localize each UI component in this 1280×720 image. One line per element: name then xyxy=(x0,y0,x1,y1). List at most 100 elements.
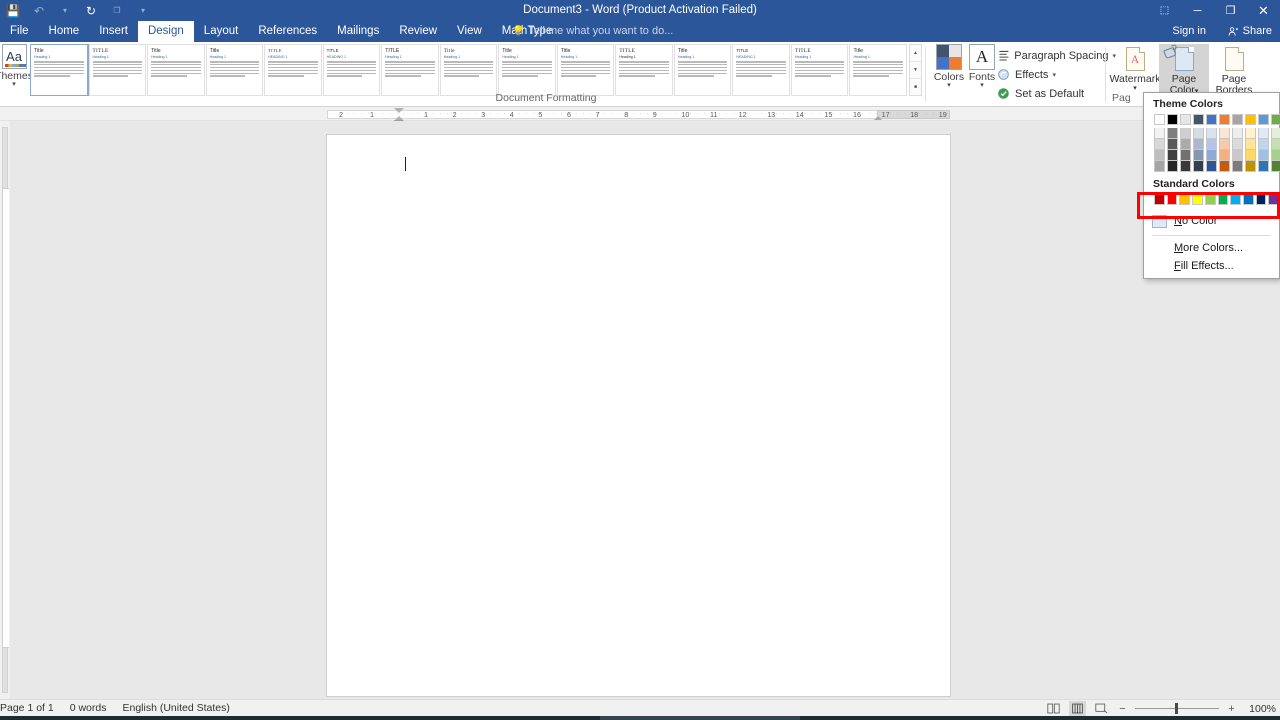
theme-color-swatch[interactable] xyxy=(1232,114,1243,125)
style-set-thumbnail[interactable]: TITLE Heading 1 xyxy=(615,44,673,96)
theme-color-swatch[interactable] xyxy=(1271,150,1280,161)
tab-design[interactable]: Design xyxy=(137,21,194,42)
page-color-button[interactable]: Page Color▾ xyxy=(1159,43,1209,97)
tab-insert[interactable]: Insert xyxy=(89,21,138,42)
zoom-percentage[interactable]: 100% xyxy=(1244,703,1276,715)
theme-color-swatch[interactable] xyxy=(1232,128,1243,139)
tab-layout[interactable]: Layout xyxy=(194,21,249,42)
style-set-thumbnail[interactable]: TITLE Heading 1 xyxy=(88,44,147,96)
language-status[interactable]: English (United States) xyxy=(122,700,229,717)
theme-color-swatch[interactable] xyxy=(1193,139,1204,150)
theme-color-swatch[interactable] xyxy=(1154,114,1165,125)
theme-color-swatch[interactable] xyxy=(1193,150,1204,161)
read-mode-icon[interactable] xyxy=(1045,701,1062,716)
style-set-thumbnail[interactable]: TITLE Heading 1 xyxy=(381,44,439,96)
theme-color-swatch[interactable] xyxy=(1206,128,1217,139)
fill-effects-menu-item[interactable]: Fill Effects... xyxy=(1144,257,1279,275)
style-set-thumbnail[interactable]: Title Heading 1 xyxy=(673,44,732,96)
chevron-down-icon[interactable]: ▾ xyxy=(12,81,16,88)
tab-file[interactable]: File xyxy=(0,21,39,42)
theme-color-swatch[interactable] xyxy=(1219,161,1230,172)
theme-color-swatch[interactable] xyxy=(1180,128,1191,139)
page-number-status[interactable]: Page 1 of 1 xyxy=(0,700,54,717)
standard-color-swatch[interactable] xyxy=(1255,194,1267,205)
standard-color-swatch[interactable] xyxy=(1192,194,1203,205)
style-set-thumbnail[interactable]: Title Heading 1 xyxy=(147,44,205,96)
standard-color-swatch[interactable] xyxy=(1268,194,1280,205)
standard-colors-grid[interactable] xyxy=(1144,192,1280,205)
style-set-thumbnail[interactable]: TITLE HEADING 1 xyxy=(732,44,790,96)
word-count-status[interactable]: 0 words xyxy=(70,700,107,717)
theme-color-swatch[interactable] xyxy=(1219,128,1230,139)
restore-button[interactable]: ❐ xyxy=(1214,0,1247,21)
theme-color-swatch[interactable] xyxy=(1154,161,1165,172)
tab-review[interactable]: Review xyxy=(389,21,447,42)
chevron-down-icon[interactable]: ▾ xyxy=(1133,85,1137,92)
style-set-thumbnail[interactable]: TITLE HEADING 1 xyxy=(322,44,381,96)
theme-color-swatch[interactable] xyxy=(1180,114,1191,125)
theme-color-swatch[interactable] xyxy=(1258,161,1269,172)
sign-in-button[interactable]: Sign in xyxy=(1172,21,1206,42)
themes-button[interactable]: Aa Themes ▾ xyxy=(0,44,33,102)
paragraph-spacing-button[interactable]: Paragraph Spacing ▾ xyxy=(996,46,1116,65)
style-set-thumbnail[interactable]: Title Heading 1 xyxy=(205,44,264,96)
first-line-indent-marker[interactable] xyxy=(394,108,404,113)
theme-colors-grid[interactable] xyxy=(1144,112,1280,172)
theme-color-swatch[interactable] xyxy=(1245,150,1256,161)
theme-color-swatch[interactable] xyxy=(1258,150,1269,161)
zoom-slider[interactable] xyxy=(1135,703,1219,714)
more-colors-menu-item[interactable]: More Colors... xyxy=(1144,239,1279,257)
document-canvas[interactable] xyxy=(10,121,1280,699)
theme-color-swatch[interactable] xyxy=(1245,128,1256,139)
zoom-out-button[interactable]: − xyxy=(1117,703,1128,715)
standard-color-swatch[interactable] xyxy=(1179,194,1191,205)
theme-color-swatch[interactable] xyxy=(1245,114,1256,125)
effects-button[interactable]: Effects ▾ xyxy=(996,65,1116,84)
theme-color-swatch[interactable] xyxy=(1206,114,1217,125)
theme-color-swatch[interactable] xyxy=(1271,114,1280,125)
theme-color-swatch[interactable] xyxy=(1167,150,1178,161)
taskbar-active-item[interactable] xyxy=(600,716,800,720)
theme-color-swatch[interactable] xyxy=(1219,150,1230,161)
theme-color-swatch[interactable] xyxy=(1154,150,1165,161)
style-set-thumbnail[interactable]: Title Heading 1 xyxy=(556,44,615,96)
style-set-thumbnail[interactable]: Title Heading 1 xyxy=(849,44,907,96)
theme-color-swatch[interactable] xyxy=(1245,139,1256,150)
chevron-down-icon[interactable]: ▾ xyxy=(980,82,984,89)
tab-home[interactable]: Home xyxy=(39,21,90,42)
gallery-more-icon[interactable]: ■ xyxy=(910,79,921,95)
theme-color-swatch[interactable] xyxy=(1180,139,1191,150)
theme-color-swatch[interactable] xyxy=(1245,161,1256,172)
share-button[interactable]: Share xyxy=(1228,21,1272,42)
theme-color-swatch[interactable] xyxy=(1193,114,1204,125)
theme-color-swatch[interactable] xyxy=(1232,139,1243,150)
theme-color-swatch[interactable] xyxy=(1258,114,1269,125)
theme-color-swatch[interactable] xyxy=(1193,128,1204,139)
style-set-thumbnail[interactable]: TITLE HEADING 1 xyxy=(264,44,322,96)
theme-color-swatch[interactable] xyxy=(1206,150,1217,161)
theme-color-swatch[interactable] xyxy=(1167,128,1178,139)
page-color-dropdown-menu[interactable]: Theme Colors Standard Colors No Color Mo… xyxy=(1143,92,1280,279)
theme-color-swatch[interactable] xyxy=(1167,139,1178,150)
watermark-button[interactable]: A Watermark ▾ xyxy=(1110,44,1160,92)
zoom-slider-handle[interactable] xyxy=(1175,703,1178,714)
standard-color-swatch[interactable] xyxy=(1242,194,1254,205)
document-page[interactable] xyxy=(327,135,950,696)
vertical-ruler[interactable] xyxy=(0,121,10,699)
set-as-default-button[interactable]: Set as Default xyxy=(996,84,1116,103)
theme-color-swatch[interactable] xyxy=(1154,139,1165,150)
style-set-thumbnail[interactable]: Title Heading 1 xyxy=(498,44,556,96)
horizontal-ruler[interactable]: 2 1 1 2 3 4 5 6 7 8 9 10 11 12 13 14 15 16 17 18 19 · · · · · · · · ·… xyxy=(0,107,1280,124)
page-borders-button[interactable]: Page Borders xyxy=(1209,44,1259,96)
theme-color-swatch[interactable] xyxy=(1206,161,1217,172)
gallery-scroll-down-icon[interactable]: ▼ xyxy=(910,62,921,79)
theme-color-swatch[interactable] xyxy=(1167,114,1178,125)
standard-color-swatch[interactable] xyxy=(1230,194,1241,205)
theme-color-swatch[interactable] xyxy=(1219,114,1230,125)
theme-color-swatch[interactable] xyxy=(1180,161,1191,172)
style-set-thumbnail[interactable]: Title Heading 1 xyxy=(439,44,498,96)
right-indent-marker[interactable] xyxy=(874,116,882,120)
theme-color-swatch[interactable] xyxy=(1193,161,1204,172)
theme-color-swatch[interactable] xyxy=(1271,139,1280,150)
standard-color-swatch[interactable] xyxy=(1154,194,1165,205)
